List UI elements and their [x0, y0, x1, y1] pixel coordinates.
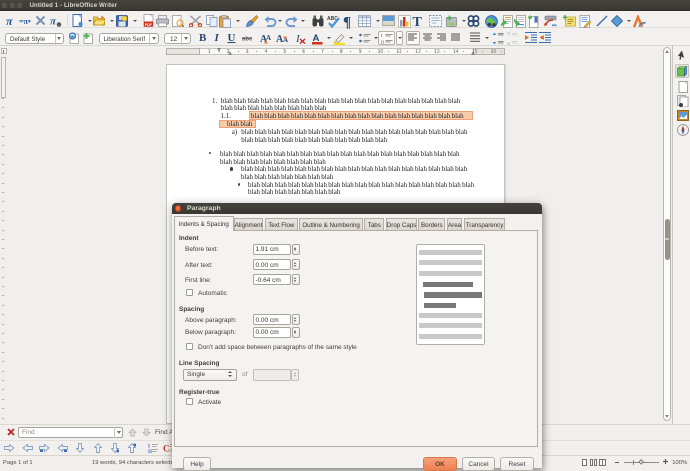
svg-text:T: T	[413, 15, 423, 28]
svg-text:A: A	[266, 34, 271, 42]
svg-text:C: C	[163, 443, 170, 453]
svg-text:II: II	[381, 39, 384, 44]
svg-text:¶: ¶	[343, 14, 351, 29]
svg-text:π: π	[6, 15, 13, 27]
svg-text:abc: abc	[242, 37, 253, 43]
svg-text:I: I	[381, 33, 383, 38]
svg-text:π: π	[50, 15, 57, 27]
svg-text:II: II	[148, 450, 152, 453]
svg-text:I: I	[148, 444, 150, 449]
svg-text:PDF: PDF	[144, 23, 152, 27]
svg-text:=π•: =π•	[19, 17, 31, 26]
